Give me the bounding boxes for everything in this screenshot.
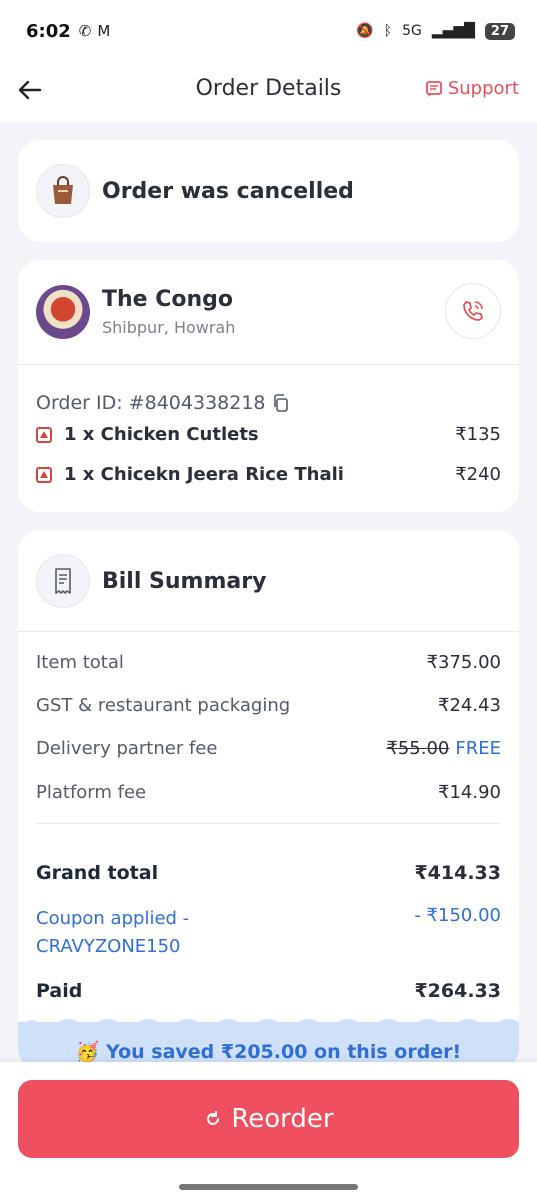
delivery-free-label: FREE [455,738,501,759]
bill-label: Platform fee [36,782,147,803]
divider [36,823,501,824]
bill-row-gst: GST & restaurant packaging ₹24.43 [36,695,501,716]
copy-icon[interactable] [272,394,290,412]
gmail-icon: M [97,22,111,40]
restaurant-location: Shibpur, Howrah [102,318,236,337]
reorder-label: Reorder [231,1104,334,1134]
whatsapp-icon: ✆ [78,22,92,40]
bill-value: ₹414.33 [414,862,501,884]
status-bar: 6:02 ✆ M 🔕 ᛒ 5G ▂▄▆█ 27 [0,0,537,62]
order-status-card: Order was cancelled [18,140,519,242]
bill-row-platform: Platform fee ₹14.90 [36,782,501,803]
bill-label: GST & restaurant packaging [36,695,291,716]
reorder-button[interactable]: Reorder [18,1080,519,1158]
bill-row-paid: Paid ₹264.33 [36,980,501,1002]
item-price: ₹240 [455,464,501,485]
coupon-code: CRAVYZONE150 [36,936,181,957]
bill-header: Bill Summary [36,554,266,608]
chat-icon [425,80,442,97]
bill-title: Bill Summary [102,568,267,594]
order-id-text: Order ID: #8404338218 [36,392,266,414]
signal-icon: ▂▄▆█ [431,23,475,39]
bill-value: ₹14.90 [438,782,501,803]
delivery-old-price: ₹55.00 [386,738,450,759]
mute-icon: 🔕 [356,23,374,39]
status-icons: 🔕 ᛒ 5G ▂▄▆█ 27 [356,22,515,40]
receipt-icon [36,554,90,608]
divider [18,364,519,365]
order-status-text: Order was cancelled [102,178,354,204]
support-label: Support [447,78,519,99]
back-arrow-icon[interactable] [16,76,44,104]
restaurant-info: The Congo Shibpur, Howrah [36,285,235,339]
bill-value: - ₹150.00 [414,905,501,926]
bottom-bar: Reorder [0,1062,537,1200]
divider [18,631,519,632]
home-indicator[interactable] [179,1184,358,1190]
bill-summary-card: Bill Summary Item total ₹375.00 GST & re… [18,530,519,1070]
bill-label: Grand total [36,862,159,884]
bill-row-delivery: Delivery partner fee ₹55.00 FREE [36,738,501,759]
item-name: 1 x Chicekn Jeera Rice Thali [64,464,344,485]
coupon-label: Coupon applied - CRAVYZONE150 [36,905,189,961]
item-name: 1 x Chicken Cutlets [64,424,259,445]
non-veg-icon [36,426,52,443]
shopping-bag-icon [36,164,90,218]
bill-label: Item total [36,652,124,673]
bill-row-item-total: Item total ₹375.00 [36,652,501,673]
bluetooth-icon: ᛒ [383,23,393,39]
refresh-icon [207,1111,220,1125]
order-item: 1 x Chicken Cutlets ₹135 [36,424,501,445]
call-restaurant-button[interactable] [445,283,501,339]
item-price: ₹135 [455,424,501,445]
battery-icon: 27 [484,22,515,40]
bill-value: ₹264.33 [414,980,501,1002]
bill-label: Paid [36,980,83,1002]
bill-value: ₹55.00 FREE [386,738,501,759]
bill-value: ₹375.00 [426,652,501,673]
order-item: 1 x Chicekn Jeera Rice Thali ₹240 [36,464,501,485]
app-header: Order Details Support [0,62,537,122]
bill-row-coupon: Coupon applied - CRAVYZONE150 - ₹150.00 [36,905,501,961]
phone-icon [463,301,483,321]
restaurant-card: The Congo Shibpur, Howrah Order ID: #840… [18,260,519,512]
network-label: 5G [402,23,422,39]
restaurant-avatar [36,285,90,339]
status-time: 6:02 [26,20,71,42]
coupon-label-line1: Coupon applied - [36,908,190,929]
support-button[interactable]: Support [425,78,519,99]
restaurant-name: The Congo [102,287,234,312]
order-id: Order ID: #8404338218 [36,392,290,414]
non-veg-icon [36,466,52,483]
bill-row-grand-total: Grand total ₹414.33 [36,862,501,884]
bill-label: Delivery partner fee [36,738,218,759]
bill-value: ₹24.43 [438,695,501,716]
